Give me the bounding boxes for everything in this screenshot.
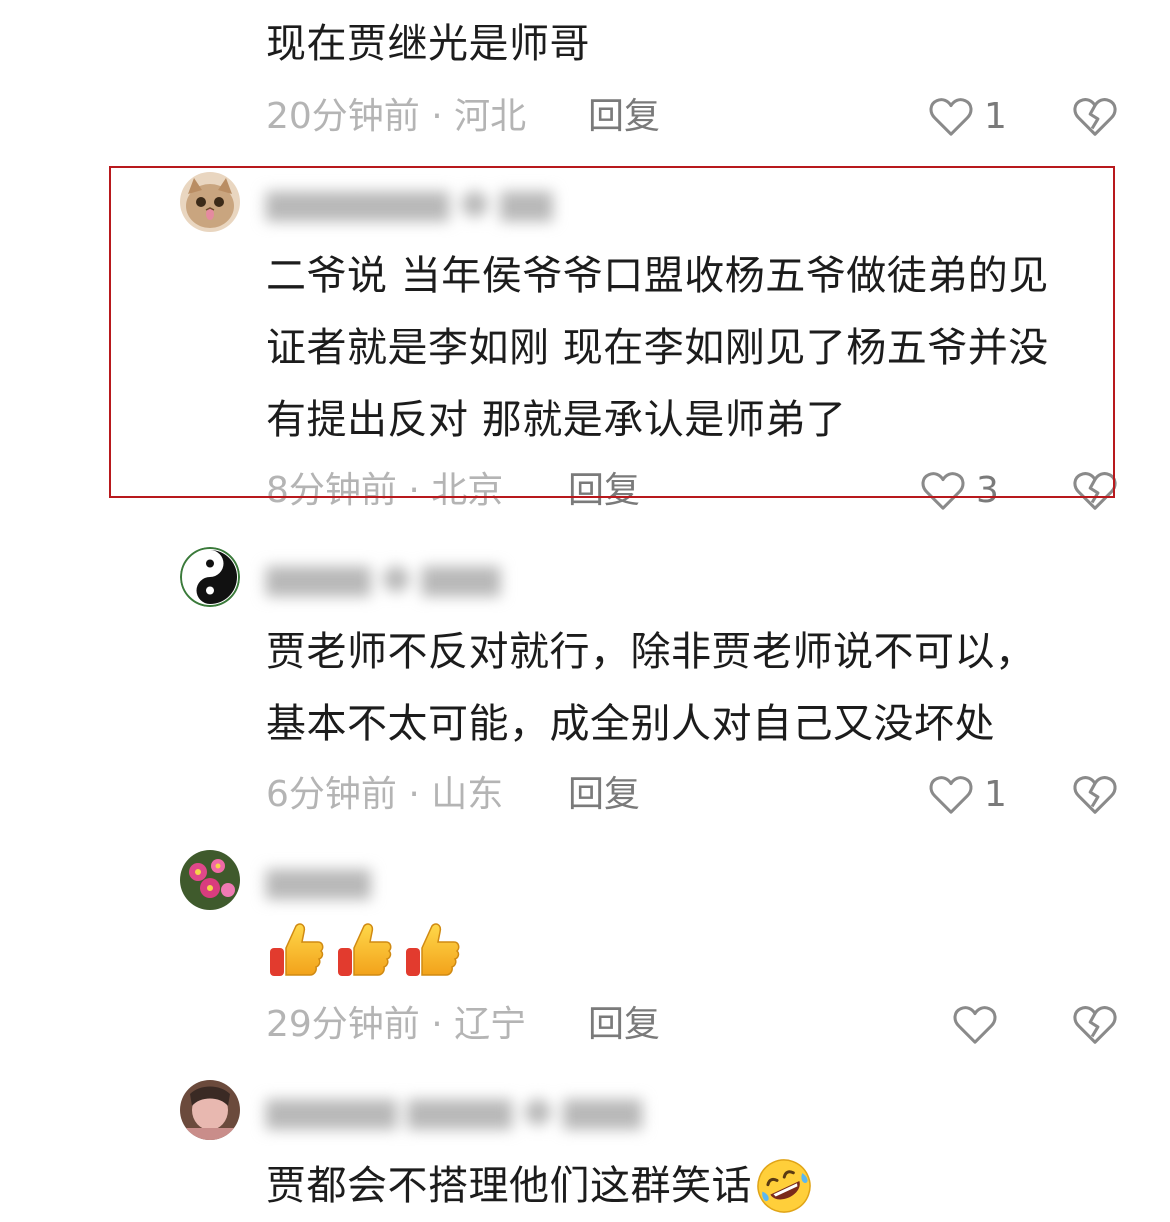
dislike-button[interactable] (1072, 1003, 1118, 1047)
meta-separator: · (431, 96, 443, 137)
meta-separator: · (431, 1004, 443, 1045)
heart-icon (929, 776, 973, 814)
meta-separator: · (408, 774, 420, 815)
thumbs-up-icon (270, 923, 324, 976)
yin-yang-avatar-icon[interactable] (180, 547, 240, 607)
like-count: 1 (984, 96, 1007, 137)
broken-heart-icon (1073, 98, 1117, 136)
like-button[interactable] (952, 1000, 1008, 1050)
comment-meta: 29分钟前 · 辽宁 (266, 1000, 526, 1050)
comment-time: 8分钟前 (266, 470, 397, 511)
broken-heart-icon (1073, 776, 1117, 814)
like-button[interactable]: 1 (928, 92, 1007, 142)
heart-icon (921, 472, 965, 510)
username-blurred[interactable]: ▆▆▆▆ (266, 860, 371, 900)
reply-button[interactable]: 回复 (588, 92, 660, 142)
comment-text: 贾老师不反对就行，除非贾老师说不可以， 基本不太可能，成全别人对自己又没坏处 (266, 629, 1036, 747)
comment-text: 现在贾继光是师哥 (266, 21, 590, 67)
thumbs-up-icon (338, 923, 392, 976)
like-button[interactable]: 3 (920, 466, 999, 516)
comment-time: 20分钟前 (266, 96, 420, 137)
heart-icon (929, 98, 973, 136)
comment-location: 河北 (454, 96, 527, 137)
comment-text: 贾都会不搭理他们这群笑话 (266, 1150, 1126, 1222)
comment-location: 辽宁 (454, 1004, 527, 1045)
broken-heart-icon (1073, 1006, 1117, 1044)
heart-icon (953, 1006, 997, 1044)
dislike-button[interactable] (1072, 95, 1118, 139)
dislike-button[interactable] (1072, 469, 1118, 513)
like-count: 3 (976, 470, 999, 511)
thumbs-up-icon (406, 923, 460, 976)
flowers-avatar-icon[interactable] (180, 850, 240, 910)
photo-avatar-icon[interactable] (180, 1080, 240, 1140)
rolling-laughing-icon (757, 1159, 811, 1213)
username-blurred[interactable]: ▆▆▆▆▆ ▆▆▆▆ ● ▆▆▆ (266, 1090, 642, 1130)
comment-location: 北京 (431, 470, 504, 511)
comment-text: 二爷说 当年侯爷爷口盟收杨五爷做徒弟的见 证者就是李如刚 现在李如刚见了杨五爷并… (266, 253, 1049, 443)
comment-meta: 8分钟前 · 北京 (266, 466, 503, 516)
broken-heart-icon (1073, 472, 1117, 510)
comment-time: 6分钟前 (266, 774, 397, 815)
comment-meta: 6分钟前 · 山东 (266, 770, 503, 820)
reply-button[interactable]: 回复 (588, 1000, 660, 1050)
comment-meta: 20分钟前 · 河北 (266, 92, 526, 142)
username-blurred[interactable]: ▆▆▆▆▆▆▆ ● ▆▆ (266, 182, 553, 222)
dislike-button[interactable] (1072, 773, 1118, 817)
reply-button[interactable]: 回复 (568, 466, 640, 516)
reply-button[interactable]: 回复 (568, 770, 640, 820)
comment-time: 29分钟前 (266, 1004, 420, 1045)
like-count: 1 (984, 774, 1007, 815)
like-button[interactable]: 1 (928, 770, 1007, 820)
meta-separator: · (408, 470, 420, 511)
emoji-row (266, 920, 462, 980)
comment-location: 山东 (431, 774, 504, 815)
cat-avatar-icon[interactable] (180, 172, 240, 232)
username-blurred[interactable]: ▆▆▆▆ ● ▆▆▆ (266, 557, 500, 597)
